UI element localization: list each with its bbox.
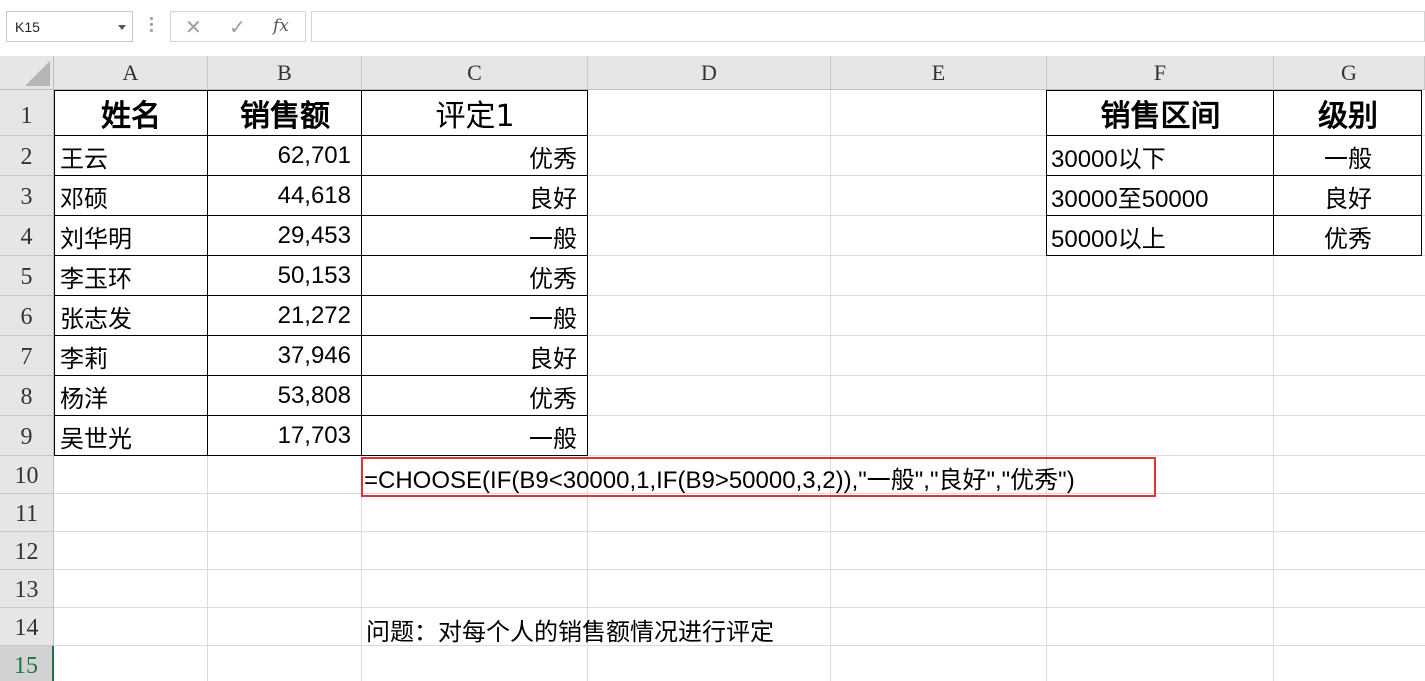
header-range[interactable]: 销售区间	[1047, 90, 1274, 136]
table-border-line	[1046, 175, 1422, 176]
select-all-icon	[25, 61, 50, 86]
question-note[interactable]: 问题：对每个人的销售额情况进行评定	[366, 609, 774, 649]
column-header-d[interactable]: D	[588, 56, 831, 90]
table-border-line	[54, 175, 588, 176]
cell-rating[interactable]: 优秀	[362, 256, 588, 296]
cell-level[interactable]: 优秀	[1274, 216, 1422, 256]
cell-sales[interactable]: 17,703	[208, 416, 362, 456]
cell-rating[interactable]: 一般	[362, 416, 588, 456]
cell-name[interactable]: 杨洋	[54, 376, 208, 416]
row-header-14[interactable]: 14	[0, 608, 54, 646]
cell-sales[interactable]: 37,946	[208, 336, 362, 376]
chevron-down-icon[interactable]	[118, 25, 126, 30]
cell-name[interactable]: 王云	[54, 136, 208, 176]
gridline	[54, 569, 1425, 570]
row-header-8[interactable]: 8	[0, 376, 54, 416]
table-border-line	[54, 375, 588, 376]
cell-name[interactable]: 张志发	[54, 296, 208, 336]
cell-sales[interactable]: 44,618	[208, 176, 362, 216]
formula-input[interactable]	[311, 11, 1425, 42]
gridline	[830, 90, 831, 681]
row-header-9[interactable]: 9	[0, 416, 54, 456]
cell-rating[interactable]: 一般	[362, 216, 588, 256]
cell-range[interactable]: 30000以下	[1047, 136, 1274, 176]
row-header-1[interactable]: 1	[0, 90, 54, 136]
formula-buttons: ✕ ✓ fx	[170, 11, 306, 42]
gridline	[54, 531, 1425, 532]
cell-name[interactable]: 李莉	[54, 336, 208, 376]
header-rating[interactable]: 评定1	[362, 90, 588, 136]
cell-rating[interactable]: 一般	[362, 296, 588, 336]
table-border-line	[1273, 90, 1274, 256]
cell-level[interactable]: 良好	[1274, 176, 1422, 216]
cell-sales[interactable]: 62,701	[208, 136, 362, 176]
table-border-line	[54, 135, 588, 136]
column-header-c[interactable]: C	[362, 56, 588, 90]
cancel-icon[interactable]: ✕	[185, 15, 202, 40]
check-icon[interactable]: ✓	[229, 15, 246, 40]
formula-bar: K15 ✕ ✓ fx	[0, 0, 1425, 56]
table-border-line	[54, 335, 588, 336]
cell-rating[interactable]: 良好	[362, 176, 588, 216]
cell-level[interactable]: 一般	[1274, 136, 1422, 176]
row-header-4[interactable]: 4	[0, 216, 54, 256]
cell-sales[interactable]: 50,153	[208, 256, 362, 296]
header-level[interactable]: 级别	[1274, 90, 1422, 136]
cell-rating[interactable]: 优秀	[362, 136, 588, 176]
insert-function-icon[interactable]: fx	[273, 16, 289, 36]
table-border-line	[361, 90, 362, 456]
table-border-line	[54, 215, 588, 216]
column-header-f[interactable]: F	[1047, 56, 1274, 90]
name-box[interactable]: K15	[6, 11, 133, 42]
cell-sales[interactable]: 53,808	[208, 376, 362, 416]
table-border-line	[1046, 215, 1422, 216]
row-header-12[interactable]: 12	[0, 532, 54, 570]
cell-name[interactable]: 吴世光	[54, 416, 208, 456]
column-header-b[interactable]: B	[208, 56, 362, 90]
select-all-button[interactable]	[0, 56, 54, 90]
cell-range[interactable]: 50000以上	[1047, 216, 1274, 256]
column-header-e[interactable]: E	[831, 56, 1047, 90]
row-header-6[interactable]: 6	[0, 296, 54, 336]
gridline	[54, 607, 1425, 608]
row-header-5[interactable]: 5	[0, 256, 54, 296]
row-header-3[interactable]: 3	[0, 176, 54, 216]
row-header-2[interactable]: 2	[0, 136, 54, 176]
name-box-value: K15	[15, 19, 40, 35]
column-header-g[interactable]: G	[1274, 56, 1425, 90]
header-sales[interactable]: 销售额	[208, 90, 362, 136]
row-header-11[interactable]: 11	[0, 494, 54, 532]
cell-rating[interactable]: 良好	[362, 336, 588, 376]
cell-rating[interactable]: 优秀	[362, 376, 588, 416]
row-header-7[interactable]: 7	[0, 336, 54, 376]
cell-sales[interactable]: 21,272	[208, 296, 362, 336]
column-header-a[interactable]: A	[54, 56, 208, 90]
worksheet-grid: A B C D E F G 1 2 3 4 5 6 7 8 9 10 11 12…	[0, 56, 1425, 681]
table-border-line	[54, 255, 588, 256]
table-border-line	[207, 90, 208, 456]
row-header-13[interactable]: 13	[0, 570, 54, 608]
cell-name[interactable]: 邓硕	[54, 176, 208, 216]
row-header-10[interactable]: 10	[0, 456, 54, 494]
header-name[interactable]: 姓名	[54, 90, 208, 136]
table-border-line	[54, 295, 588, 296]
row-header-15[interactable]: 15	[0, 646, 54, 681]
highlight-box	[361, 457, 1156, 497]
table-border-line	[54, 415, 588, 416]
cell-sales[interactable]: 29,453	[208, 216, 362, 256]
cell-name[interactable]: 李玉环	[54, 256, 208, 296]
drag-handle-icon[interactable]	[148, 14, 154, 38]
table-border-line	[1046, 135, 1422, 136]
cell-name[interactable]: 刘华明	[54, 216, 208, 256]
cell-range[interactable]: 30000至50000	[1047, 176, 1274, 216]
